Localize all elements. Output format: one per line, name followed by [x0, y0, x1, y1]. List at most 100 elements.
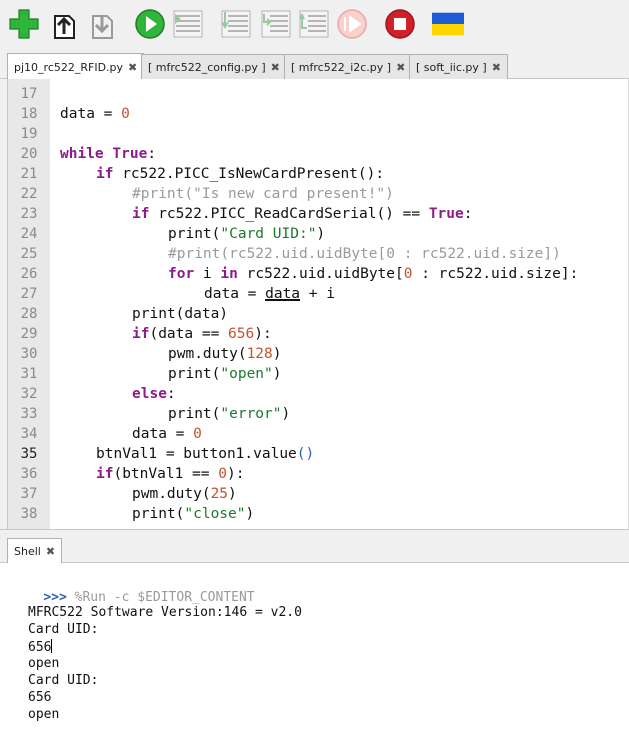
close-icon[interactable]: ✖ [492, 61, 501, 74]
code-line[interactable]: 25 #print(rc522.uid.uidByte[0 : rc522.uid… [8, 244, 629, 264]
step-into-button[interactable] [260, 8, 292, 40]
code-token: print( [168, 366, 221, 382]
line-number: 17 [20, 86, 38, 102]
close-icon[interactable]: ✖ [396, 61, 405, 74]
code-token: ): [254, 326, 272, 342]
editor-tabbar: pj10_rc522_RFID.py ✖ [ mfrc522_config.py… [0, 52, 629, 80]
code-line[interactable]: 32 else: [8, 384, 629, 404]
shell-output-text: 656 [28, 640, 52, 655]
code-text: pwm.duty(25) [132, 484, 237, 504]
code-token: "open" [220, 366, 273, 382]
code-line[interactable]: 28 print(data) [8, 304, 629, 324]
open-file-button[interactable] [48, 8, 80, 40]
line-number: 37 [20, 486, 38, 502]
code-token: print(data) [132, 306, 229, 322]
code-line[interactable]: 36 if(btnVal1 == 0): [8, 464, 629, 484]
line-number: 28 [20, 306, 38, 322]
code-line[interactable]: 23 if rc522.PICC_ReadCardSerial() == True… [8, 204, 629, 224]
code-line[interactable]: 21 if rc522.PICC_IsNewCardPresent(): [8, 164, 629, 184]
code-line[interactable]: 33 print("error") [8, 404, 629, 424]
code-text: print("open") [168, 364, 282, 384]
tab-pj10-rc522-rfid[interactable]: pj10_rc522_RFID.py ✖ [7, 53, 145, 80]
close-icon[interactable]: ✖ [46, 545, 55, 558]
code-token: pwm.duty( [132, 486, 211, 502]
code-line[interactable]: 27 data = data + i [8, 284, 629, 304]
line-number: 24 [20, 226, 38, 242]
shell-output-line: 656 [28, 690, 51, 705]
line-number: 23 [20, 206, 38, 222]
tab-mfrc522-config[interactable]: [ mfrc522_config.py ] ✖ [141, 54, 287, 79]
toolbar [0, 0, 629, 50]
code-token: rc522.PICC_IsNewCardPresent(): [113, 166, 385, 182]
code-line[interactable]: 29 if(data == 656): [8, 324, 629, 344]
code-token: (btnVal1 == [113, 466, 219, 482]
close-icon[interactable]: ✖ [271, 61, 280, 74]
plus-icon [9, 9, 39, 39]
code-line[interactable]: 17 [8, 84, 629, 104]
flag-button[interactable] [432, 8, 464, 40]
step-over-icon [221, 10, 251, 38]
save-file-button[interactable] [86, 8, 118, 40]
code-line[interactable]: 31 print("open") [8, 364, 629, 384]
code-token: else [132, 386, 167, 402]
code-line[interactable]: 18 data = 0 [8, 104, 629, 124]
code-token: ): [226, 466, 245, 482]
code-line[interactable]: 35 btnVal1 = button1.value() [8, 444, 629, 464]
step-into-icon [261, 10, 291, 38]
line-number: 33 [20, 406, 38, 422]
resume-button[interactable] [336, 8, 368, 40]
code-line[interactable]: 37 pwm.duty(25) [8, 484, 629, 504]
close-icon[interactable]: ✖ [128, 61, 137, 74]
code-line[interactable]: 38 print("close") [8, 504, 629, 524]
tab-mfrc522-i2c[interactable]: [ mfrc522_i2c.py ] ✖ [284, 54, 413, 79]
code-token: True [428, 206, 464, 222]
code-editor[interactable]: 17 18 data = 0 19 20 while True: 21 if rc522.PI… [7, 79, 629, 529]
code-token: #print(rc522.uid.uidByte[0 : rc522.uid.s… [168, 246, 561, 262]
code-text: print("error") [168, 404, 290, 424]
shell-output-text: Card UID: [28, 622, 99, 637]
code-token: #print("Is new card present!") [132, 186, 394, 202]
step-out-button[interactable] [298, 8, 330, 40]
shell-output-line: Card UID: [28, 622, 98, 637]
debug-button[interactable] [172, 8, 204, 40]
code-token: if [96, 466, 114, 482]
code-line[interactable]: 26 for i in rc522.uid.uidByte[0 : rc522.u… [8, 264, 629, 284]
code-line[interactable]: 34 data = 0 [8, 424, 629, 444]
open-file-icon [54, 15, 75, 39]
tab-soft-iic[interactable]: [ soft_iic.py ] ✖ [409, 54, 508, 79]
code-token: rc522.uid.uidByte[ [237, 266, 404, 282]
code-text: if rc522.PICC_IsNewCardPresent(): [96, 164, 384, 184]
code-token: 0 [193, 426, 202, 442]
step-over-button[interactable] [220, 8, 252, 40]
code-token: print( [132, 506, 185, 522]
code-text: if(data == 656): [132, 324, 272, 344]
code-token: if [132, 326, 150, 342]
code-line[interactable]: 30 pwm.duty(128) [8, 344, 629, 364]
code-line[interactable]: 20 while True: [8, 144, 629, 164]
line-number: 31 [20, 366, 38, 382]
code-token: data = [132, 426, 194, 442]
line-number: 34 [20, 426, 38, 442]
pane-splitter[interactable] [0, 529, 629, 537]
code-text: data = 0 [132, 424, 202, 444]
code-line[interactable]: 22 #print("Is new card present!") [8, 184, 629, 204]
run-button[interactable] [134, 8, 166, 40]
line-number: 32 [20, 386, 38, 402]
stop-button[interactable] [384, 8, 416, 40]
code-text: btnVal1 = button1.value() [96, 444, 314, 464]
line-number: 19 [20, 126, 38, 142]
code-token: (data == [149, 326, 229, 342]
code-lines: 17 18 data = 0 19 20 while True: 21 if rc522.PI… [8, 84, 629, 524]
tab-label: [ mfrc522_i2c.py ] [291, 60, 392, 74]
code-line[interactable]: 24 print("Card UID:") [8, 224, 629, 244]
tab-shell[interactable]: Shell ✖ [7, 538, 63, 563]
code-token: : [147, 146, 157, 162]
new-file-button[interactable] [8, 8, 40, 40]
tab-label: [ mfrc522_config.py ] [148, 60, 266, 74]
code-text: else: [132, 384, 176, 404]
line-number: 22 [20, 186, 38, 202]
code-token: while [60, 146, 104, 162]
code-token: () [296, 446, 315, 462]
code-line[interactable]: 19 [8, 124, 629, 144]
shell-console[interactable]: >>> %Run -c $EDITOR_CONTENT MFRC522 Soft… [0, 563, 629, 733]
